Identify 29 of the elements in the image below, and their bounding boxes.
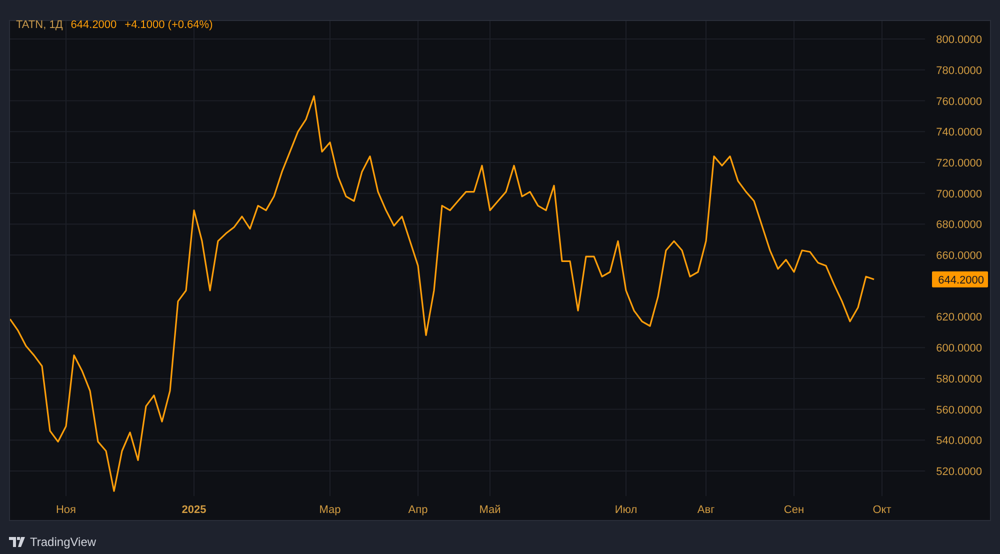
axis-label: 600.0000 xyxy=(936,342,982,355)
axis-label: 800.0000 xyxy=(936,34,982,46)
axis-label: 580.0000 xyxy=(936,373,982,386)
logo-icon xyxy=(9,537,26,547)
price-tag: 644.2000 xyxy=(932,271,988,288)
axis-label: Ноя xyxy=(56,504,76,516)
axis-label: 680.0000 xyxy=(936,219,982,232)
axis-label: 620.0000 xyxy=(936,312,982,324)
axis-label: Сен xyxy=(784,504,804,516)
axis-label: 720.0000 xyxy=(936,157,982,170)
axis-label: 520.0000 xyxy=(936,466,982,478)
axis-label: 560.0000 xyxy=(936,404,982,416)
axis-label: Мар xyxy=(319,504,341,516)
price-value: 644.2000 xyxy=(70,18,117,33)
axis-label: 780.0000 xyxy=(936,64,982,77)
axis-label: 760.0000 xyxy=(936,96,982,108)
axis-label: Май xyxy=(479,504,501,516)
axis-label: Окт xyxy=(872,504,892,516)
axis-label: 740.0000 xyxy=(936,126,982,139)
axis-label: 700.0000 xyxy=(936,188,982,200)
axis-label: Авг xyxy=(697,504,715,516)
symbol-label: TATN, 1Д xyxy=(16,18,63,33)
brand-name: TradingView xyxy=(30,534,96,551)
axis-label: Июл xyxy=(614,504,638,516)
axis-label: 2025 xyxy=(182,504,206,516)
axis-label: 540.0000 xyxy=(936,435,982,448)
axis-label: 660.0000 xyxy=(936,250,982,262)
axis-label: Апр xyxy=(408,504,428,516)
price-change: +4.1000 (+0.64%) xyxy=(124,18,213,33)
